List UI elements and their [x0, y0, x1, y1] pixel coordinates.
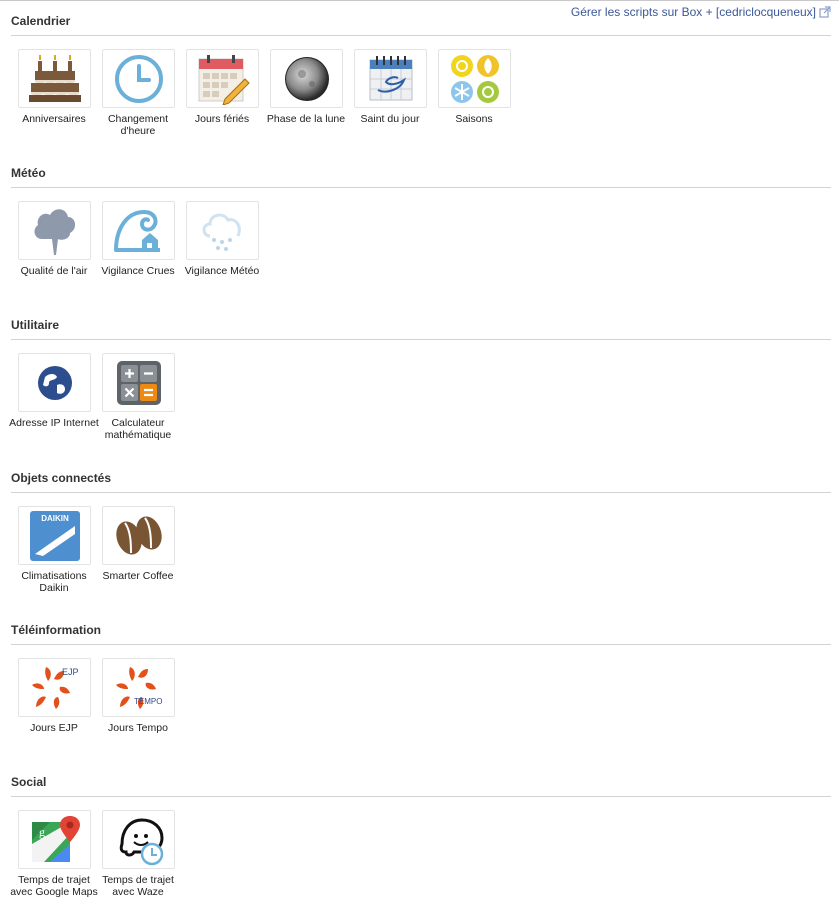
section-title: Téléinformation — [11, 623, 102, 637]
section-title: Objets connectés — [11, 471, 112, 485]
app-label: Anniversaires — [22, 113, 86, 125]
app-saisons[interactable]: Saisons — [431, 49, 511, 125]
app-label: Adresse IP Internet — [9, 417, 99, 429]
app-adresse-ip[interactable]: Adresse IP Internet — [9, 353, 99, 429]
app-vigilance-crues[interactable]: Vigilance Crues — [95, 201, 175, 277]
app-jours-tempo[interactable]: TEMPO Jours Tempo — [95, 658, 175, 734]
seasons-icon — [450, 54, 499, 103]
moon-icon — [284, 56, 329, 101]
birthday-cake-icon — [28, 54, 81, 102]
app-qualite-air[interactable]: Qualité de l'air — [11, 201, 91, 277]
calendar-spiral-icon — [369, 55, 412, 100]
app-calculateur[interactable]: Calculateur mathématique — [95, 353, 175, 441]
app-label: Jours EJP — [30, 722, 78, 734]
waze-clock-icon — [119, 817, 164, 865]
app-label: Calculateur mathématique — [104, 417, 172, 441]
app-label: Vigilance Crues — [101, 265, 175, 277]
app-jours-ejp[interactable]: EJP Jours EJP — [11, 658, 91, 734]
app-label: Saint du jour — [360, 113, 420, 125]
smog-cloud-icon — [34, 208, 75, 255]
section-utilitaire: Utilitaire Adresse IP Internet Calculate… — [9, 318, 831, 460]
tempo-logo-text: TEMPO — [134, 697, 162, 706]
edf-ejp-logo-icon: EJP — [31, 666, 79, 709]
section-title: Social — [11, 775, 47, 789]
app-trajet-google-maps[interactable]: g Temps de trajet avec Google Maps — [10, 810, 98, 898]
section-title: Météo — [11, 166, 46, 180]
app-saint-du-jour[interactable]: Saint du jour — [347, 49, 427, 125]
section-teleinformation: Téléinformation EJP Jours EJP TEMPO Jour… — [11, 623, 831, 765]
app-vigilance-meteo[interactable]: Vigilance Météo — [179, 201, 259, 277]
app-label: Qualité de l'air — [20, 265, 88, 277]
calculator-icon — [116, 360, 161, 405]
app-label: Jours fériés — [194, 113, 250, 125]
section-meteo: Météo Qualité de l'air Vigilance Crues V… — [11, 166, 831, 308]
app-label: Climatisations Daikin — [21, 570, 87, 594]
section-title: Utilitaire — [11, 318, 60, 332]
daikin-logo-text: DAIKIN — [41, 514, 69, 523]
app-label: Temps de trajet avec Google Maps — [10, 874, 98, 898]
app-trajet-waze[interactable]: Temps de trajet avec Waze — [95, 810, 175, 898]
app-label: Saisons — [455, 113, 493, 125]
app-phase-lune[interactable]: Phase de la lune — [263, 49, 345, 125]
app-changement-heure[interactable]: Changement d'heure — [95, 49, 175, 137]
app-anniversaires[interactable]: Anniversaires — [11, 49, 91, 125]
top-border — [0, 0, 839, 1]
flood-wave-icon — [113, 209, 160, 252]
globe-icon — [37, 365, 72, 400]
google-g-text: g — [39, 825, 45, 839]
app-label: Temps de trajet avec Waze — [102, 874, 174, 898]
app-label: Phase de la lune — [266, 113, 346, 125]
app-label: Changement d'heure — [107, 113, 169, 137]
ejp-logo-text: EJP — [62, 667, 79, 677]
app-climatisations-daikin[interactable]: DAIKIN Climatisations Daikin — [11, 506, 91, 594]
google-maps-icon: g — [31, 815, 80, 862]
calendar-pencil-icon — [198, 54, 250, 105]
app-label: Jours Tempo — [108, 722, 168, 734]
section-title: Calendrier — [11, 14, 71, 28]
app-jours-feries[interactable]: Jours fériés — [179, 49, 259, 125]
app-label: Vigilance Météo — [184, 265, 260, 277]
section-objets-connectes: Objets connectés DAIKIN Climatisations D… — [11, 471, 831, 613]
edf-tempo-logo-icon: TEMPO — [115, 666, 162, 709]
clock-icon — [114, 54, 163, 103]
app-smarter-coffee[interactable]: Smarter Coffee — [95, 506, 175, 582]
section-calendrier: Calendrier Anniversaires Changement d'he… — [11, 14, 831, 156]
snow-cloud-icon — [202, 213, 241, 251]
daikin-logo-icon: DAIKIN — [29, 510, 80, 561]
section-social: Social g Temps de trajet avec Google Map… — [10, 775, 831, 917]
coffee-beans-icon — [115, 516, 162, 554]
app-label: Smarter Coffee — [102, 570, 174, 582]
